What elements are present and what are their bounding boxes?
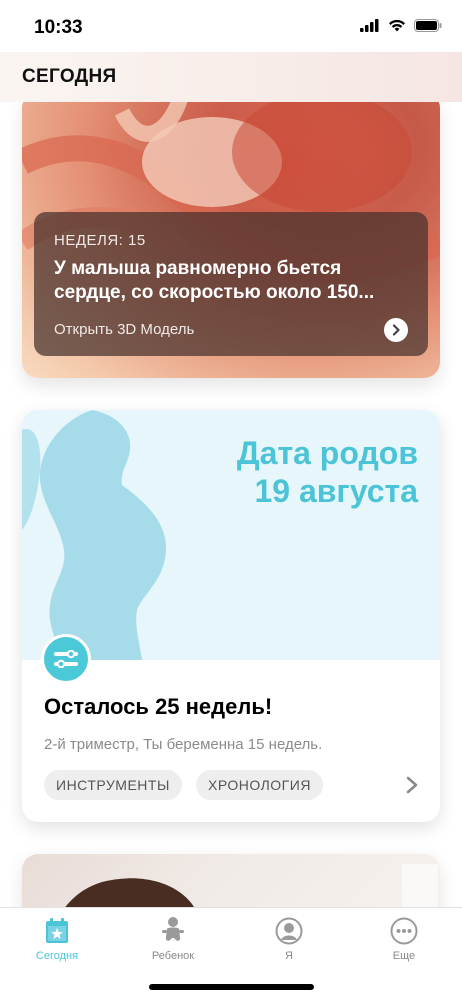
- due-date-title: Дата родов: [236, 435, 418, 471]
- tab-baby-label: Ребенок: [151, 950, 195, 962]
- due-date-banner: Дата родов 19 августа: [22, 410, 440, 660]
- home-indicator: [149, 984, 314, 990]
- tab-today-icon-wrap: [11, 914, 103, 948]
- article-card[interactable]: [22, 854, 440, 907]
- cellular-signal-icon: [360, 19, 379, 32]
- tab-me-label: Я: [285, 950, 293, 962]
- more-icon: [390, 917, 418, 945]
- baby-photo: [65, 864, 438, 907]
- due-date-label: Дата родов 19 августа: [237, 434, 418, 510]
- tab-baby-icon-wrap: [127, 914, 219, 948]
- pregnant-silhouette-illustration: [22, 410, 167, 660]
- weeks-remaining: Осталось 25 недель!: [44, 694, 273, 719]
- due-date-value: 19 августа: [254, 473, 418, 509]
- tools-chip[interactable]: ИНСТРУМЕНТЫ: [44, 770, 182, 800]
- fact-text: У малыша равномерно бьется сердце, со ск…: [54, 257, 408, 305]
- chevron-right-icon: [392, 324, 400, 336]
- sliders-icon: [54, 650, 78, 668]
- status-bar: 10:33: [0, 0, 462, 52]
- calendar-star-icon: [46, 918, 68, 943]
- tab-today[interactable]: Сегодня: [11, 914, 103, 970]
- wifi-icon: [389, 19, 405, 32]
- week-label: НЕДЕЛЯ: 15: [54, 232, 146, 249]
- tab-baby[interactable]: Ребенок: [127, 914, 219, 970]
- profile-icon: [275, 917, 303, 945]
- open-3d-model-button[interactable]: [384, 318, 408, 342]
- tab-more-icon-wrap: [358, 914, 450, 948]
- status-icons: [360, 19, 442, 32]
- header: СЕГОДНЯ: [0, 52, 462, 102]
- fact-text-line-1: У малыша равномерно бьется: [54, 258, 342, 279]
- tab-me-icon-wrap: [243, 914, 335, 948]
- tab-more-label: Еще: [392, 950, 416, 962]
- trimester-info: 2-й триместр, Ты беременна 15 недель.: [44, 736, 323, 753]
- tab-me[interactable]: Я: [243, 914, 335, 970]
- chevron-right-icon[interactable]: [406, 776, 418, 794]
- tools-toggle-icon[interactable]: [41, 634, 91, 684]
- today-feed[interactable]: НЕДЕЛЯ: 15 У малыша равномерно бьется се…: [0, 102, 462, 907]
- page-title: СЕГОДНЯ: [22, 66, 117, 87]
- tab-more[interactable]: Еще: [358, 914, 450, 970]
- fact-overlay[interactable]: НЕДЕЛЯ: 15 У малыша равномерно бьется се…: [34, 212, 428, 356]
- battery-icon: [414, 19, 442, 32]
- open-3d-model-link[interactable]: Открыть 3D Модель: [54, 321, 194, 338]
- baby-icon: [162, 917, 184, 941]
- status-time: 10:33: [34, 17, 83, 38]
- fetus-3d-card[interactable]: НЕДЕЛЯ: 15 У малыша равномерно бьется се…: [22, 102, 440, 378]
- tab-today-label: Сегодня: [35, 950, 79, 962]
- due-date-card[interactable]: Дата родов 19 августа Осталось 25 недель…: [22, 410, 440, 822]
- timeline-chip[interactable]: ХРОНОЛОГИЯ: [196, 770, 323, 800]
- fact-text-line-2: сердце, со скоростью около 150...: [54, 282, 375, 303]
